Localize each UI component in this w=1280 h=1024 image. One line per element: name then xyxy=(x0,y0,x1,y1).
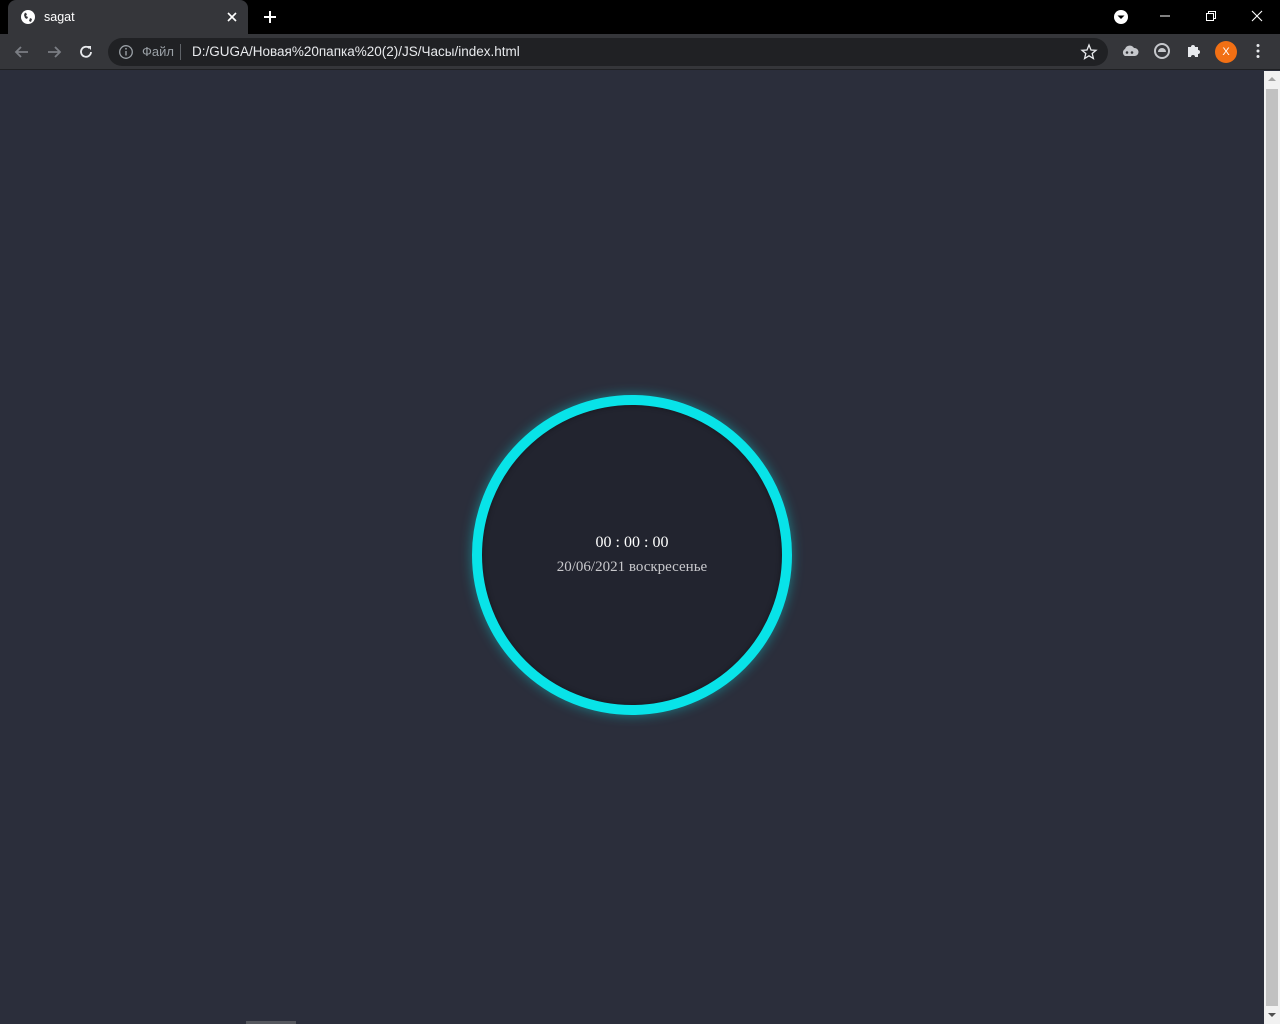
close-icon xyxy=(1251,10,1263,22)
reload-icon xyxy=(80,45,92,58)
vertical-scrollbar[interactable] xyxy=(1264,71,1280,1024)
extensions-button[interactable] xyxy=(1183,40,1205,62)
browser-tab[interactable]: sagat xyxy=(8,0,248,34)
close-window-button[interactable] xyxy=(1234,0,1280,32)
minimize-icon xyxy=(1160,15,1170,17)
profile-avatar[interactable]: X xyxy=(1215,41,1237,63)
arrow-right-icon xyxy=(48,46,62,58)
tab-strip: sagat xyxy=(0,0,1280,34)
arrow-left-icon xyxy=(14,46,28,58)
forward-button[interactable] xyxy=(40,38,68,66)
close-tab-icon[interactable] xyxy=(224,9,240,25)
extension-edge-button[interactable] xyxy=(1151,40,1173,62)
clock-date: 20/06/2021 воскресенье xyxy=(556,559,708,575)
restore-button[interactable] xyxy=(1188,0,1234,32)
puzzle-icon xyxy=(1188,45,1200,57)
minimize-button[interactable] xyxy=(1142,0,1188,32)
kebab-menu-icon xyxy=(1256,44,1260,58)
url-text[interactable]: D:/GUGA/Новая%20папка%20(2)/JS/Часы/inde… xyxy=(192,44,520,60)
star-icon[interactable] xyxy=(1080,43,1098,61)
cloud-icon xyxy=(1122,45,1139,56)
scroll-up-icon[interactable] xyxy=(1268,75,1276,83)
tab-title: sagat xyxy=(44,10,75,24)
scheme-label: Файл xyxy=(142,44,174,59)
reload-button[interactable] xyxy=(72,38,100,66)
menu-button[interactable] xyxy=(1247,40,1269,62)
extension-cloud-button[interactable] xyxy=(1119,40,1141,62)
globe-icon xyxy=(21,10,35,24)
back-button[interactable] xyxy=(8,38,36,66)
browser-toolbar: Файл D:/GUGA/Новая%20папка%20(2)/JS/Часы… xyxy=(0,34,1280,70)
restore-icon xyxy=(1206,11,1216,21)
new-tab-icon[interactable] xyxy=(260,7,280,27)
omnibox-divider xyxy=(180,44,181,60)
address-bar[interactable]: Файл D:/GUGA/Новая%20папка%20(2)/JS/Часы… xyxy=(108,38,1108,66)
info-icon[interactable] xyxy=(118,44,134,60)
clock-time: 00 : 00 : 00 xyxy=(595,534,669,551)
tab-search-icon[interactable] xyxy=(1111,7,1131,27)
browser-extension-icon xyxy=(1154,43,1170,59)
clock-ring: 00 : 00 : 00 20/06/2021 воскресенье xyxy=(472,395,792,715)
scroll-down-icon[interactable] xyxy=(1268,1011,1276,1019)
scrollbar-thumb[interactable] xyxy=(1266,89,1278,1006)
